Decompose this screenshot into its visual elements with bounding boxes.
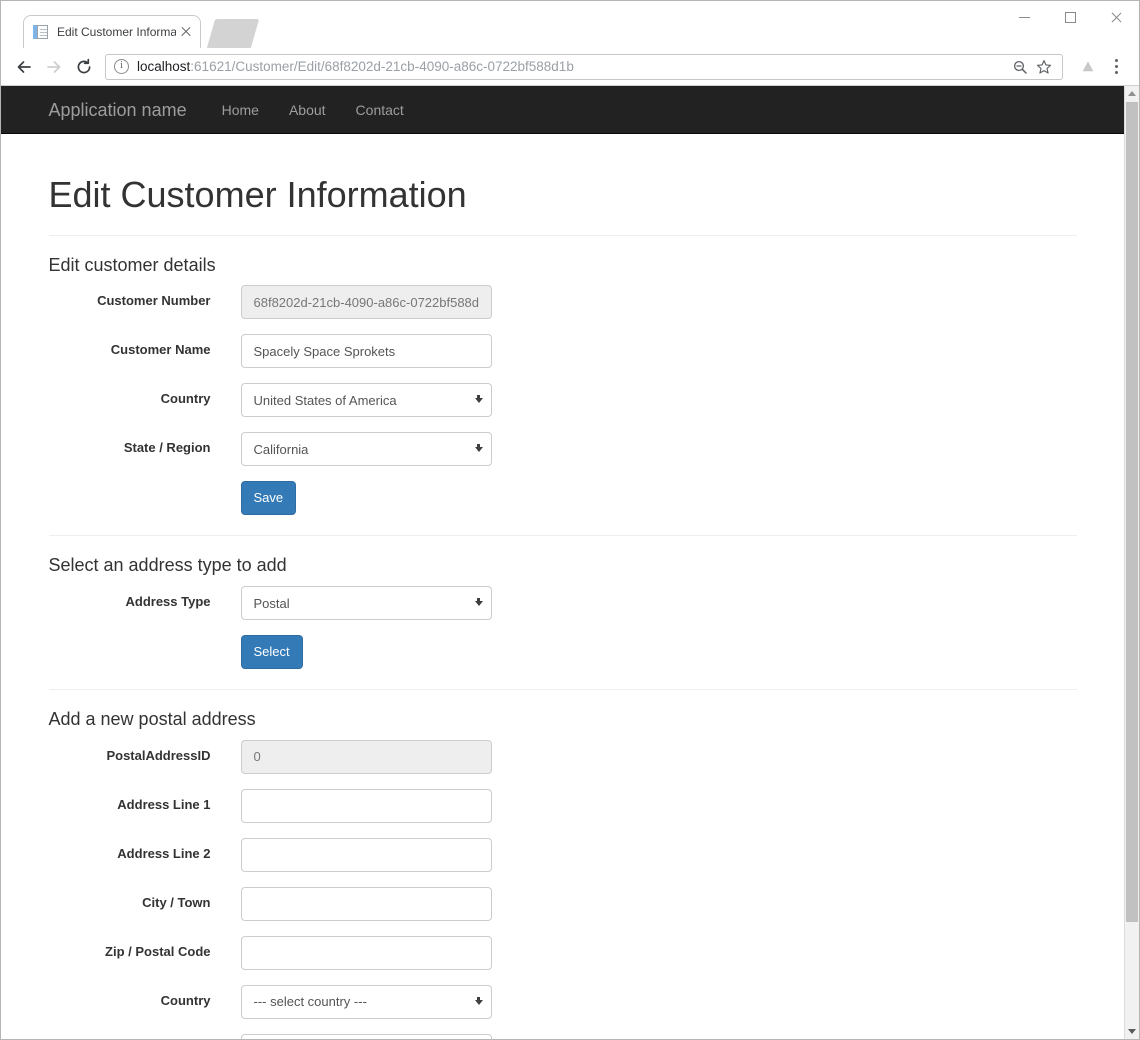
zoom-out-icon[interactable] [1008,55,1032,79]
select-button[interactable]: Select [240,635,303,670]
scroll-down-arrow-icon[interactable] [1125,1024,1139,1039]
label-zip-postal-code: Zip / Postal Code [105,943,211,959]
reload-icon[interactable] [69,52,99,82]
label-spacer-save [49,481,226,488]
back-arrow-icon[interactable] [9,52,39,82]
web-page: Application name Home About Contact Edit… [1,86,1124,1039]
country-select[interactable] [240,383,492,418]
section-heading-add-postal-address: Add a new postal address [48,709,256,730]
label-spacer-select [49,635,226,642]
form-row-postal-address-id: PostalAddressID [49,739,1077,774]
page-viewport: Application name Home About Contact Edit… [1,86,1139,1039]
app-navbar: Application name Home About Contact [1,86,1124,134]
omnibox-actions [1008,55,1056,79]
info-circle-icon[interactable] [114,58,129,74]
kebab-menu-icon[interactable] [1103,54,1129,80]
form-row-save-action: Save [49,481,1077,516]
label-customer-number: Customer Number [97,293,211,309]
label-postal-state-region: State / Region [49,1034,226,1039]
form-row-address-line-1: Address Line 1 [49,788,1077,823]
form-row-postal-state-region: State / Region [49,1033,1077,1039]
form-row-city-town: City / Town [49,886,1077,921]
page-container: Edit Customer Information Edit customer … [48,134,1077,1039]
section-heading-edit-customer-details: Edit customer details [48,254,216,275]
star-icon[interactable] [1032,55,1056,79]
address-type-select[interactable] [240,586,492,621]
url-path: :61621/Customer/Edit/68f8202d-21cb-4090-… [190,59,574,74]
browser-tab-edit-customer-information[interactable]: Edit Customer Information [23,15,201,48]
section-divider [48,234,1077,236]
postal-state-region-select[interactable] [240,1033,492,1039]
nav-link-contact[interactable]: Contact [341,86,419,134]
label-address-type: Address Type [125,594,211,610]
form-row-postal-country: Country [49,984,1077,1019]
customer-number-input [240,285,492,320]
form-row-zip-postal-code: Zip / Postal Code [49,935,1077,970]
label-state-region: State / Region [123,440,211,456]
form-row-state-region: State / Region [49,432,1077,467]
url-text: localhost:61621/Customer/Edit/68f8202d-2… [137,59,1008,74]
form-row-address-line-2: Address Line 2 [49,837,1077,872]
label-customer-name: Customer Name [110,342,211,358]
label-city-town: City / Town [142,894,211,910]
label-address-line-2: Address Line 2 [117,845,211,861]
label-postal-address-id: PostalAddressID [106,747,211,763]
tab-title: Edit Customer Information [57,25,176,39]
postal-address-id-input [240,739,492,774]
label-country: Country [160,391,211,407]
drive-icon[interactable] [1073,52,1103,82]
page-document-icon [33,24,49,40]
nav-link-about[interactable]: About [274,86,341,134]
city-town-input[interactable] [240,886,492,921]
state-region-select[interactable] [240,432,492,467]
save-button[interactable]: Save [240,481,297,516]
browser-window: Edit Customer Information [0,0,1140,1040]
section-heading-select-address-type: Select an address type to add [48,555,287,576]
window-controls [1001,1,1139,33]
address-line-1-input[interactable] [240,788,492,823]
window-maximize-button[interactable] [1047,1,1093,33]
window-close-button[interactable] [1093,1,1139,33]
address-line-2-input[interactable] [240,837,492,872]
url-host: localhost [137,59,191,74]
form-row-select-action: Select [49,635,1077,670]
form-row-country: Country [49,383,1077,418]
address-bar[interactable]: localhost:61621/Customer/Edit/68f8202d-2… [105,53,1063,80]
vertical-scrollbar[interactable] [1124,86,1139,1039]
window-minimize-button[interactable] [1001,1,1047,33]
section-divider [48,689,1077,691]
section-divider [48,535,1077,537]
label-postal-country: Country [160,992,211,1008]
tab-close-icon[interactable] [176,22,196,42]
form-row-address-type: Address Type [49,586,1077,621]
page-title: Edit Customer Information [48,174,467,215]
form-row-customer-name: Customer Name [49,334,1077,369]
toolbar-right-actions [1073,52,1129,82]
nav-link-home[interactable]: Home [207,86,274,134]
customer-name-input[interactable] [240,334,492,369]
scroll-up-arrow-icon[interactable] [1125,86,1139,101]
browser-toolbar: localhost:61621/Customer/Edit/68f8202d-2… [1,48,1139,86]
new-tab-button[interactable] [206,19,260,48]
scrollbar-thumb[interactable] [1126,102,1138,922]
navbar-brand[interactable]: Application name [49,86,202,134]
tab-strip: Edit Customer Information [1,1,1139,48]
form-row-customer-number: Customer Number [49,285,1077,320]
label-address-line-1: Address Line 1 [117,796,211,812]
postal-country-select[interactable] [240,984,492,1019]
zip-postal-code-input[interactable] [240,935,492,970]
forward-arrow-icon [39,52,69,82]
